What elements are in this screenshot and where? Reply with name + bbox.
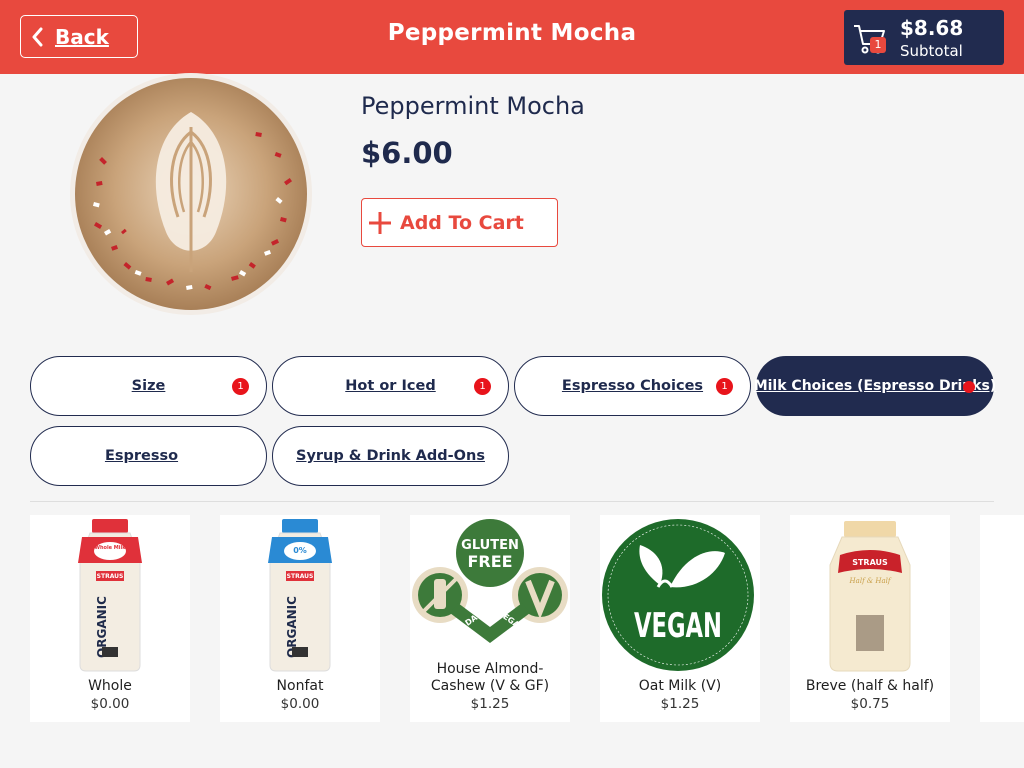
milk-option-name: Whole — [88, 678, 132, 694]
next-card-peek[interactable] — [980, 515, 1024, 722]
half-and-half-bottle-image: STRAUS Half & Half — [829, 521, 911, 672]
section-divider — [30, 501, 994, 502]
svg-text:0%: 0% — [293, 546, 307, 555]
tab-syrup-add-ons[interactable]: Syrup & Drink Add-Ons — [272, 426, 509, 486]
header-bar: Back Peppermint Mocha 1 $8.68 Subtotal — [0, 0, 1024, 74]
svg-text:Whole Milk: Whole Milk — [94, 545, 126, 551]
nonfat-milk-bottle-image: 0% STRAUS ORGANIC — [268, 519, 332, 672]
svg-text:STRAUS: STRAUS — [852, 558, 888, 567]
milk-option-nonfat[interactable]: 0% STRAUS ORGANIC Nonfat $0.00 — [220, 515, 380, 722]
milk-option-price: $1.25 — [660, 696, 700, 712]
milk-option-name: House Almond- Cashew (V & GF) — [414, 661, 566, 695]
tab-label: Syrup & Drink Add-Ons — [296, 448, 485, 464]
tab-label: Hot or Iced — [345, 378, 436, 394]
svg-text:FREE: FREE — [467, 552, 512, 571]
tab-badge: 1 — [716, 378, 733, 395]
milk-option-name-line: Cashew (V & GF) — [430, 678, 550, 694]
tab-label: Size — [131, 378, 166, 394]
tab-espresso-choices[interactable]: Espresso Choices 1 — [514, 356, 751, 416]
product-name: Peppermint Mocha — [361, 92, 585, 120]
cart-subtotal-amount: $8.68 — [900, 16, 964, 40]
tab-espresso[interactable]: Espresso — [30, 426, 267, 486]
add-to-cart-label: Add To Cart — [400, 211, 524, 234]
milk-option-price: $0.00 — [90, 696, 130, 712]
tab-badge — [963, 381, 975, 393]
gluten-free-vegan-badge-image: GLUTEN FREE NO DAIRY VEGAN — [412, 519, 568, 643]
milk-option-almond-cashew[interactable]: GLUTEN FREE NO DAIRY VEGAN House Almond-… — [410, 515, 570, 722]
svg-text:Half & Half: Half & Half — [849, 577, 892, 585]
cart-button[interactable]: 1 $8.68 Subtotal — [844, 10, 1004, 65]
milk-option-oat[interactable]: VEGAN Oat Milk (V) $1.25 — [600, 515, 760, 722]
cart-subtotal-label: Subtotal — [900, 42, 963, 60]
tab-label: Espresso — [104, 448, 179, 464]
tab-milk-choices[interactable]: Milk Choices (Espresso Drinks) — [753, 356, 997, 416]
product-image — [70, 73, 312, 315]
milk-option-name-line: House Almond- — [436, 661, 544, 677]
milk-option-price: $0.75 — [850, 696, 890, 712]
tab-hot-or-iced[interactable]: Hot or Iced 1 — [272, 356, 509, 416]
svg-text:STRAUS: STRAUS — [97, 573, 124, 580]
tab-badge: 1 — [474, 378, 491, 395]
tab-size[interactable]: Size 1 — [30, 356, 267, 416]
tab-badge: 1 — [232, 378, 249, 395]
svg-text:GLUTEN: GLUTEN — [461, 538, 519, 553]
vegan-badge-image: VEGAN — [602, 519, 754, 671]
svg-text:STRAUS: STRAUS — [287, 573, 314, 580]
product-price: $6.00 — [361, 136, 453, 170]
cart-count-badge: 1 — [870, 37, 886, 53]
milk-option-price: $1.25 — [470, 696, 510, 712]
milk-option-name: Oat Milk (V) — [638, 678, 722, 694]
whole-milk-bottle-image: Whole Milk STRAUS ORGANIC — [78, 519, 142, 672]
tab-label: Espresso Choices — [561, 378, 704, 394]
svg-text:VEGAN: VEGAN — [634, 606, 722, 646]
milk-option-breve[interactable]: STRAUS Half & Half Breve (half & half) $… — [790, 515, 950, 722]
plus-icon — [369, 211, 391, 234]
add-to-cart-button[interactable]: Add To Cart — [361, 198, 558, 247]
milk-option-price: $0.00 — [280, 696, 320, 712]
tab-label: Milk Choices (Espresso Drinks) — [753, 378, 997, 394]
milk-option-name: Nonfat — [276, 678, 324, 694]
milk-option-name: Breve (half & half) — [805, 678, 935, 694]
milk-option-whole[interactable]: Whole Milk STRAUS ORGANIC Whole $0.00 — [30, 515, 190, 722]
